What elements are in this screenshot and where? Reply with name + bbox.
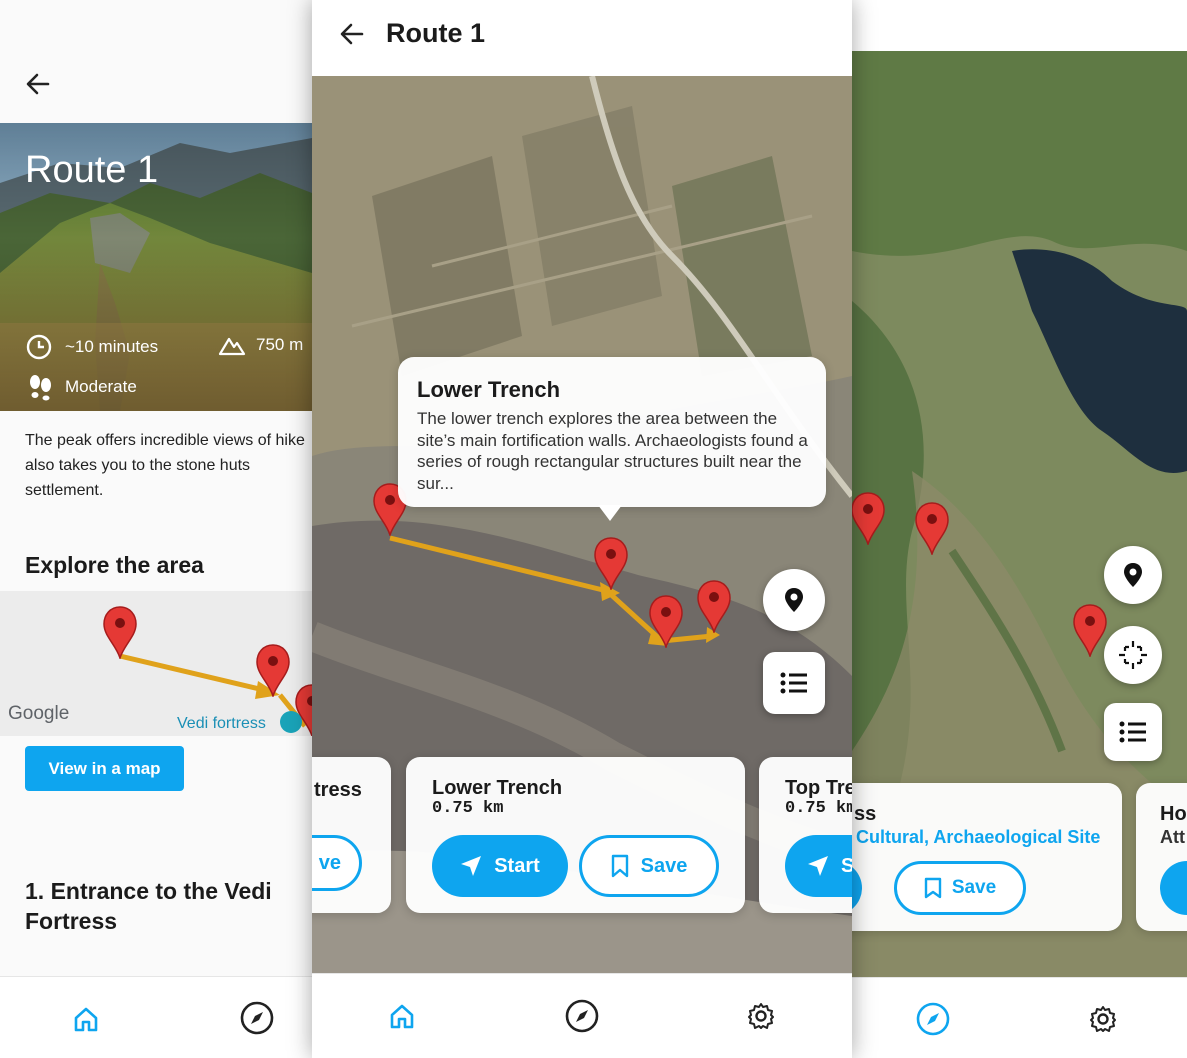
gear-icon: [1090, 1006, 1116, 1032]
bottom-nav: [312, 973, 852, 1058]
compass-icon: [565, 999, 599, 1033]
next-card-sub: Att: [1160, 827, 1185, 847]
card-title: Top Tre: [785, 777, 852, 799]
place-card[interactable]: ss Cultural, Archaeological Site Save: [852, 783, 1122, 931]
arrow-left-icon: [26, 73, 50, 95]
footsteps-icon: [30, 375, 51, 401]
route-stop-card-prev[interactable]: tress ve: [312, 757, 391, 913]
recenter-button[interactable]: [1104, 626, 1162, 684]
list-icon: [1119, 721, 1146, 743]
bookmark-icon: [611, 854, 628, 878]
card-distance: 0.75 km: [785, 799, 852, 818]
hero-title: Route 1: [25, 149, 159, 191]
location-pin-icon: [1124, 563, 1142, 587]
nav-home[interactable]: [66, 999, 106, 1039]
location-pin-icon: [785, 588, 803, 612]
start-label: Start: [494, 854, 540, 877]
place-category: Cultural, Archaeological Site: [856, 827, 1101, 847]
popup-body: The lower trench explores the area betwe…: [417, 409, 808, 493]
start-label: S: [841, 854, 852, 877]
map-pin[interactable]: [914, 501, 950, 555]
location-button[interactable]: [763, 569, 825, 631]
navigation-arrow-icon: [461, 856, 482, 876]
nav-explore[interactable]: [561, 995, 603, 1037]
mini-map[interactable]: Google Vedi fortress: [0, 591, 312, 736]
section-heading: 1. Entrance to the Vedi Fortress: [25, 878, 272, 934]
home-icon: [390, 1004, 414, 1029]
bottom-nav: [0, 976, 312, 1058]
compass-icon: [240, 1001, 274, 1035]
view-in-map-button[interactable]: View in a map: [25, 746, 184, 791]
duration-text: ~10 minutes: [65, 337, 159, 356]
difficulty-info: Moderate: [27, 373, 137, 401]
route-stop-card[interactable]: Lower Trench 0.75 km Start Save: [406, 757, 745, 913]
nav-explore[interactable]: [236, 997, 278, 1039]
next-place-card[interactable]: Ho Att: [1136, 783, 1187, 931]
arrow-left-icon: [340, 23, 364, 45]
list-button[interactable]: [763, 652, 825, 714]
elevation-text: 750 m: [256, 335, 304, 354]
duration-info: ~10 minutes: [25, 333, 158, 361]
save-button[interactable]: Save: [579, 835, 719, 897]
map-pin[interactable]: [696, 579, 732, 633]
nav-settings[interactable]: [1084, 1000, 1122, 1038]
save-button-partial[interactable]: ve: [312, 835, 362, 891]
next-card-title: Ho: [1160, 803, 1187, 825]
google-logo: Google: [8, 703, 70, 724]
nav-home[interactable]: [382, 996, 422, 1036]
next-start-button-partial[interactable]: [1160, 861, 1187, 915]
card-title: tress: [314, 779, 362, 801]
home-icon: [74, 1007, 98, 1032]
save-label: Save: [951, 877, 997, 898]
back-button[interactable]: [338, 20, 366, 48]
start-button[interactable]: Start: [432, 835, 568, 897]
save-button[interactable]: Save: [894, 861, 1026, 915]
mountain-icon: [218, 337, 246, 356]
satellite-map[interactable]: Lower Trench The lower trench explores t…: [312, 76, 852, 973]
card-title: Lower Trench: [432, 777, 563, 799]
map-pin[interactable]: [852, 491, 886, 545]
map-pin[interactable]: [255, 643, 291, 697]
explore-heading: Explore the area: [25, 552, 204, 578]
map-pin-selected[interactable]: [593, 536, 629, 590]
compass-icon: [916, 1002, 950, 1036]
route-stop-card-next[interactable]: Top Tre 0.75 km S: [759, 757, 852, 913]
difficulty-text: Moderate: [65, 377, 137, 396]
navigation-arrow-icon: [808, 856, 828, 876]
gear-icon: [748, 1003, 774, 1029]
map-place-label: Vedi fortress: [177, 715, 266, 732]
map-pin[interactable]: [1072, 603, 1108, 657]
recenter-icon: [1119, 641, 1147, 669]
location-button[interactable]: [1104, 546, 1162, 604]
route-description: The peak offers incredible views of hike…: [25, 432, 305, 499]
bookmark-icon: [924, 877, 942, 899]
clock-icon: [26, 334, 52, 360]
info-popup[interactable]: Lower Trench The lower trench explores t…: [398, 357, 826, 521]
screen-explore-map: ss Cultural, Archaeological Site Save Ho…: [852, 0, 1187, 1058]
screen-route-detail: Route 1 ~10 minutes 750 m Moderate The p…: [0, 0, 312, 1058]
elevation-info: 750 m: [218, 333, 303, 357]
start-button-partial[interactable]: S: [785, 835, 852, 897]
page-title: Route 1: [386, 18, 486, 48]
start-button-partial[interactable]: [852, 861, 862, 915]
list-button[interactable]: [1104, 703, 1162, 761]
back-button[interactable]: [24, 70, 52, 98]
popup-title: Lower Trench: [417, 377, 561, 402]
list-icon: [780, 672, 807, 694]
camera-place-icon: [280, 711, 302, 733]
popup-pointer: [598, 505, 622, 521]
save-label: Save: [640, 854, 688, 877]
card-distance: 0.75 km: [432, 799, 504, 818]
bottom-nav: [852, 977, 1187, 1058]
nav-explore[interactable]: [912, 998, 954, 1040]
hero-image: Route 1 ~10 minutes 750 m Moderate: [0, 123, 312, 411]
save-label: ve: [318, 851, 341, 874]
map-pin[interactable]: [102, 605, 138, 659]
place-card-title: ss: [854, 803, 877, 825]
nav-settings[interactable]: [742, 997, 780, 1035]
screen-route-map: Route 1 Lower Trench The lower trench ex…: [312, 0, 852, 1058]
map-pin[interactable]: [648, 594, 684, 648]
